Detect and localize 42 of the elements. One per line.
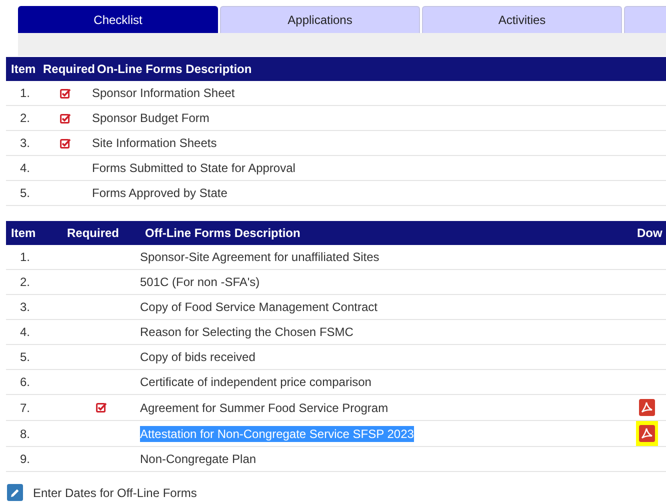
form-description: Sponsor Information Sheet xyxy=(92,85,235,101)
form-description: Sponsor Budget Form xyxy=(92,110,210,126)
form-description: Attestation for Non-Congregate Service SFSP 2023 xyxy=(140,426,414,442)
form-description: Site Information Sheets xyxy=(92,135,217,151)
item-number: 9. xyxy=(19,452,30,466)
item-number: 2. xyxy=(19,111,30,125)
item-number: 8. xyxy=(19,426,30,440)
column-header: Item xyxy=(10,62,36,76)
pdf-download-icon[interactable] xyxy=(636,421,658,446)
tab[interactable]: Applications xyxy=(220,6,420,33)
item-number: 3. xyxy=(19,300,30,314)
item-number: 6. xyxy=(19,375,30,389)
column-header: Off-Line Forms Description xyxy=(144,226,300,240)
item-number: 4. xyxy=(19,161,30,175)
item-number: 4. xyxy=(19,325,30,339)
tab[interactable]: Checklist xyxy=(18,6,218,33)
item-number: 2. xyxy=(19,275,30,289)
form-description: Copy of bids received xyxy=(140,349,256,365)
column-header: Item xyxy=(10,226,36,240)
tab[interactable]: Activities xyxy=(422,6,622,33)
form-description: Forms Submitted to State for Approval xyxy=(92,160,296,176)
pencil-icon xyxy=(10,488,20,498)
item-number: 5. xyxy=(19,350,30,364)
form-description: Copy of Food Service Management Contract xyxy=(140,299,378,315)
form-description: Certificate of independent price comparison xyxy=(140,374,372,390)
form-description: Forms Approved by State xyxy=(92,185,228,201)
form-description: Reason for Selecting the Chosen FSMC xyxy=(140,324,354,340)
edit-button[interactable] xyxy=(7,484,23,501)
column-header: Required xyxy=(42,62,96,76)
item-number: 5. xyxy=(19,186,30,200)
item-number: 7. xyxy=(19,400,30,414)
column-header: Dow xyxy=(636,226,662,240)
form-description: Agreement for Summer Food Service Program xyxy=(140,400,388,416)
form-description: Non-Congregate Plan xyxy=(140,451,256,467)
item-number: 1. xyxy=(19,86,30,100)
form-description: 501C (For non -SFA's) xyxy=(140,274,260,290)
item-number: 3. xyxy=(19,136,30,150)
item-number: 1. xyxy=(19,250,30,264)
action-label[interactable]: Enter Dates for Off-Line Forms xyxy=(33,486,197,500)
column-header: On-Line Forms Description xyxy=(96,62,252,76)
form-description: Sponsor-Site Agreement for unaffiliated Sites xyxy=(140,249,380,265)
column-header: Required xyxy=(66,226,120,240)
